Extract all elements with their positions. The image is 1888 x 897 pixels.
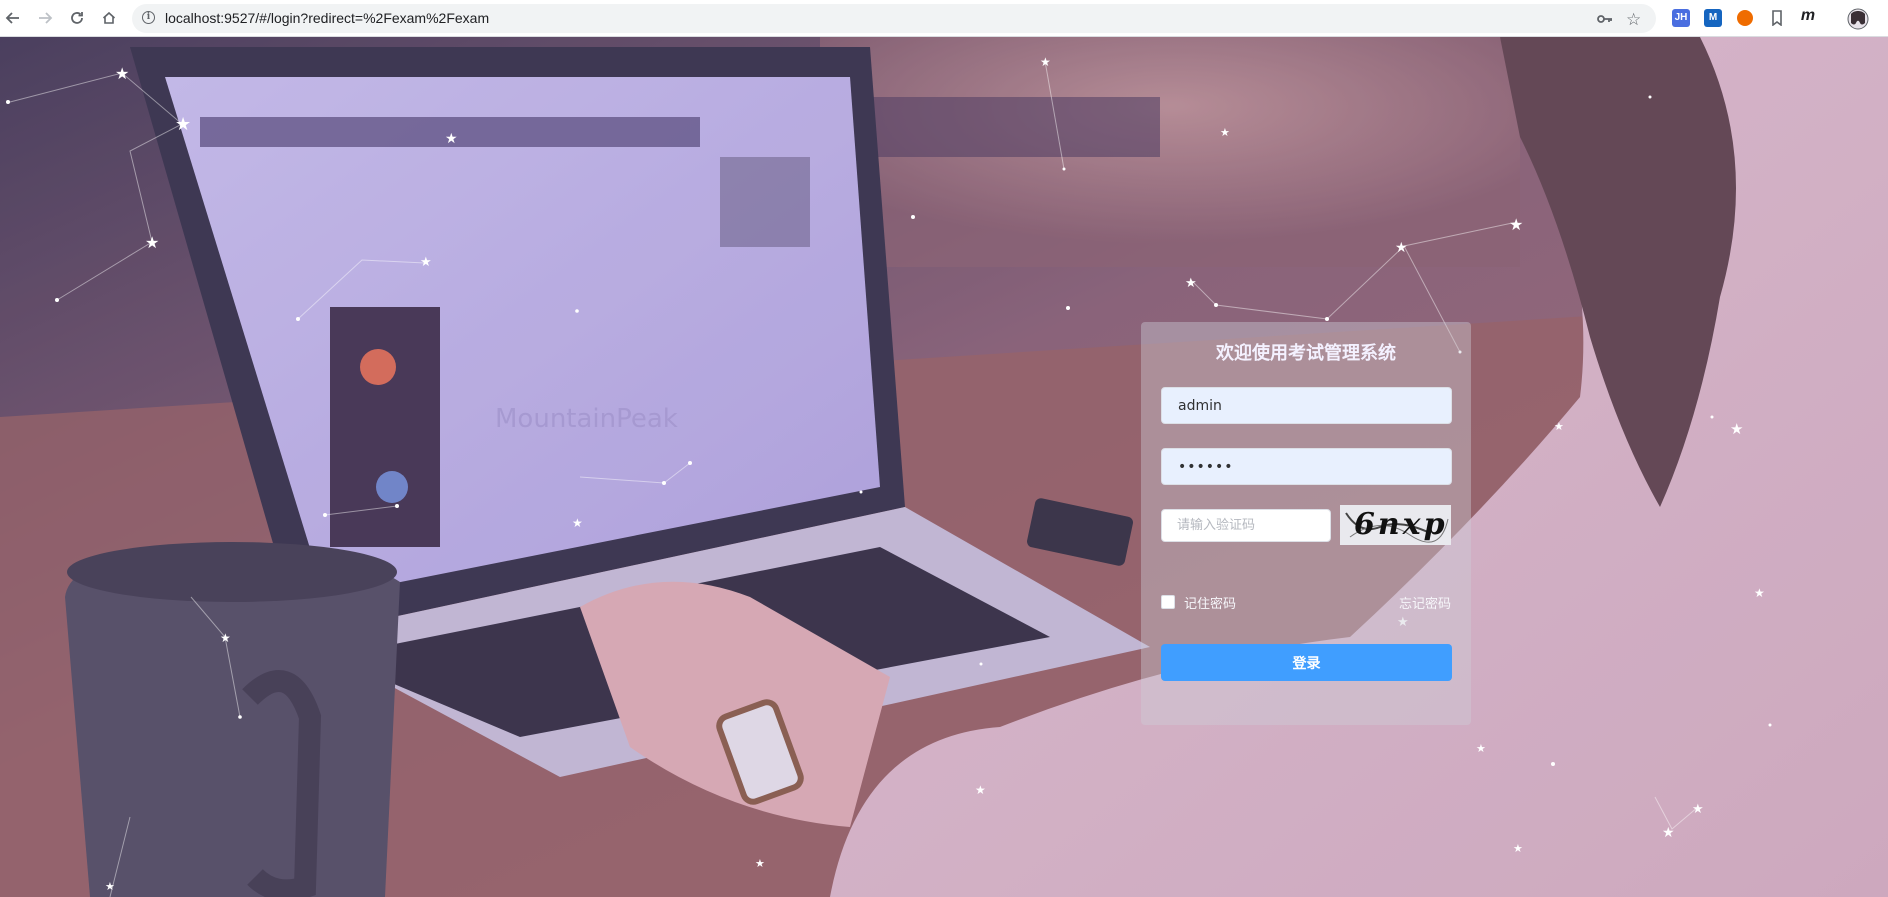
svg-text:★: ★ bbox=[1692, 802, 1704, 817]
italic-m-extension-icon[interactable]: m bbox=[1799, 7, 1817, 25]
login-title: 欢迎使用考试管理系统 bbox=[1216, 343, 1396, 364]
svg-text:★: ★ bbox=[1554, 420, 1564, 433]
orange-extension-icon[interactable] bbox=[1737, 10, 1753, 26]
bookmarks-icon[interactable] bbox=[1765, 6, 1789, 30]
remember-password-label: 记住密码 bbox=[1184, 596, 1237, 612]
svg-text:★: ★ bbox=[1395, 240, 1408, 256]
svg-text:★: ★ bbox=[1662, 825, 1675, 841]
password-input[interactable] bbox=[1161, 448, 1452, 485]
login-button[interactable]: 登录 bbox=[1161, 644, 1452, 681]
captcha-input[interactable] bbox=[1161, 509, 1331, 542]
svg-text:★: ★ bbox=[105, 880, 115, 893]
background-photo: MountainPeak ★ ★ ★ ★ ★ ★ ★ ★ ★ ★ ★ ★ ★ ★… bbox=[0, 37, 1888, 897]
svg-text:★: ★ bbox=[572, 516, 583, 530]
jh-extension-icon[interactable]: JH bbox=[1672, 9, 1690, 27]
back-icon[interactable] bbox=[1, 6, 25, 30]
svg-text:★: ★ bbox=[1730, 420, 1743, 438]
svg-text:★: ★ bbox=[115, 64, 129, 83]
login-form: 欢迎使用考试管理系统 6nxp 记住密码 忘记密码 登录 bbox=[1141, 322, 1471, 725]
site-info-icon[interactable]: i bbox=[142, 11, 155, 24]
home-icon[interactable] bbox=[97, 6, 121, 30]
url-text: localhost:9527/#/login?redirect=%2Fexam%… bbox=[165, 10, 490, 26]
svg-text:★: ★ bbox=[145, 233, 159, 252]
svg-text:★: ★ bbox=[1185, 276, 1197, 291]
svg-text:★: ★ bbox=[175, 114, 191, 135]
svg-text:★: ★ bbox=[1040, 55, 1051, 69]
svg-text:★: ★ bbox=[1754, 586, 1765, 600]
svg-text:★: ★ bbox=[1476, 742, 1486, 755]
reload-icon[interactable] bbox=[65, 6, 89, 30]
remember-password-checkbox[interactable]: 记住密码 bbox=[1161, 593, 1237, 612]
profile-avatar[interactable] bbox=[1846, 7, 1870, 31]
svg-text:★: ★ bbox=[1220, 126, 1230, 139]
key-icon[interactable] bbox=[1597, 12, 1613, 30]
captcha-image[interactable]: 6nxp bbox=[1340, 505, 1451, 545]
address-bar[interactable]: i localhost:9527/#/login?redirect=%2Fexa… bbox=[132, 4, 1656, 33]
background-scene: MountainPeak ★ ★ ★ ★ ★ ★ ★ ★ ★ ★ ★ ★ ★ ★… bbox=[0, 37, 1888, 897]
forward-icon[interactable] bbox=[33, 6, 57, 30]
m-extension-icon[interactable]: M bbox=[1704, 9, 1722, 27]
svg-text:★: ★ bbox=[220, 631, 231, 645]
checkbox-box[interactable] bbox=[1161, 595, 1175, 609]
svg-text:★: ★ bbox=[1509, 215, 1523, 234]
svg-text:★: ★ bbox=[975, 783, 986, 797]
svg-text:★: ★ bbox=[445, 131, 458, 147]
forgot-password-link[interactable]: 忘记密码 bbox=[1399, 593, 1451, 612]
svg-text:★: ★ bbox=[1513, 842, 1523, 855]
star-bookmark-icon[interactable]: ☆ bbox=[1626, 10, 1641, 30]
username-input[interactable] bbox=[1161, 387, 1452, 424]
captcha-text: 6nxp bbox=[1354, 507, 1448, 542]
svg-text:★: ★ bbox=[420, 255, 432, 270]
svg-text:★: ★ bbox=[755, 857, 765, 870]
browser-toolbar: i localhost:9527/#/login?redirect=%2Fexa… bbox=[0, 0, 1888, 37]
